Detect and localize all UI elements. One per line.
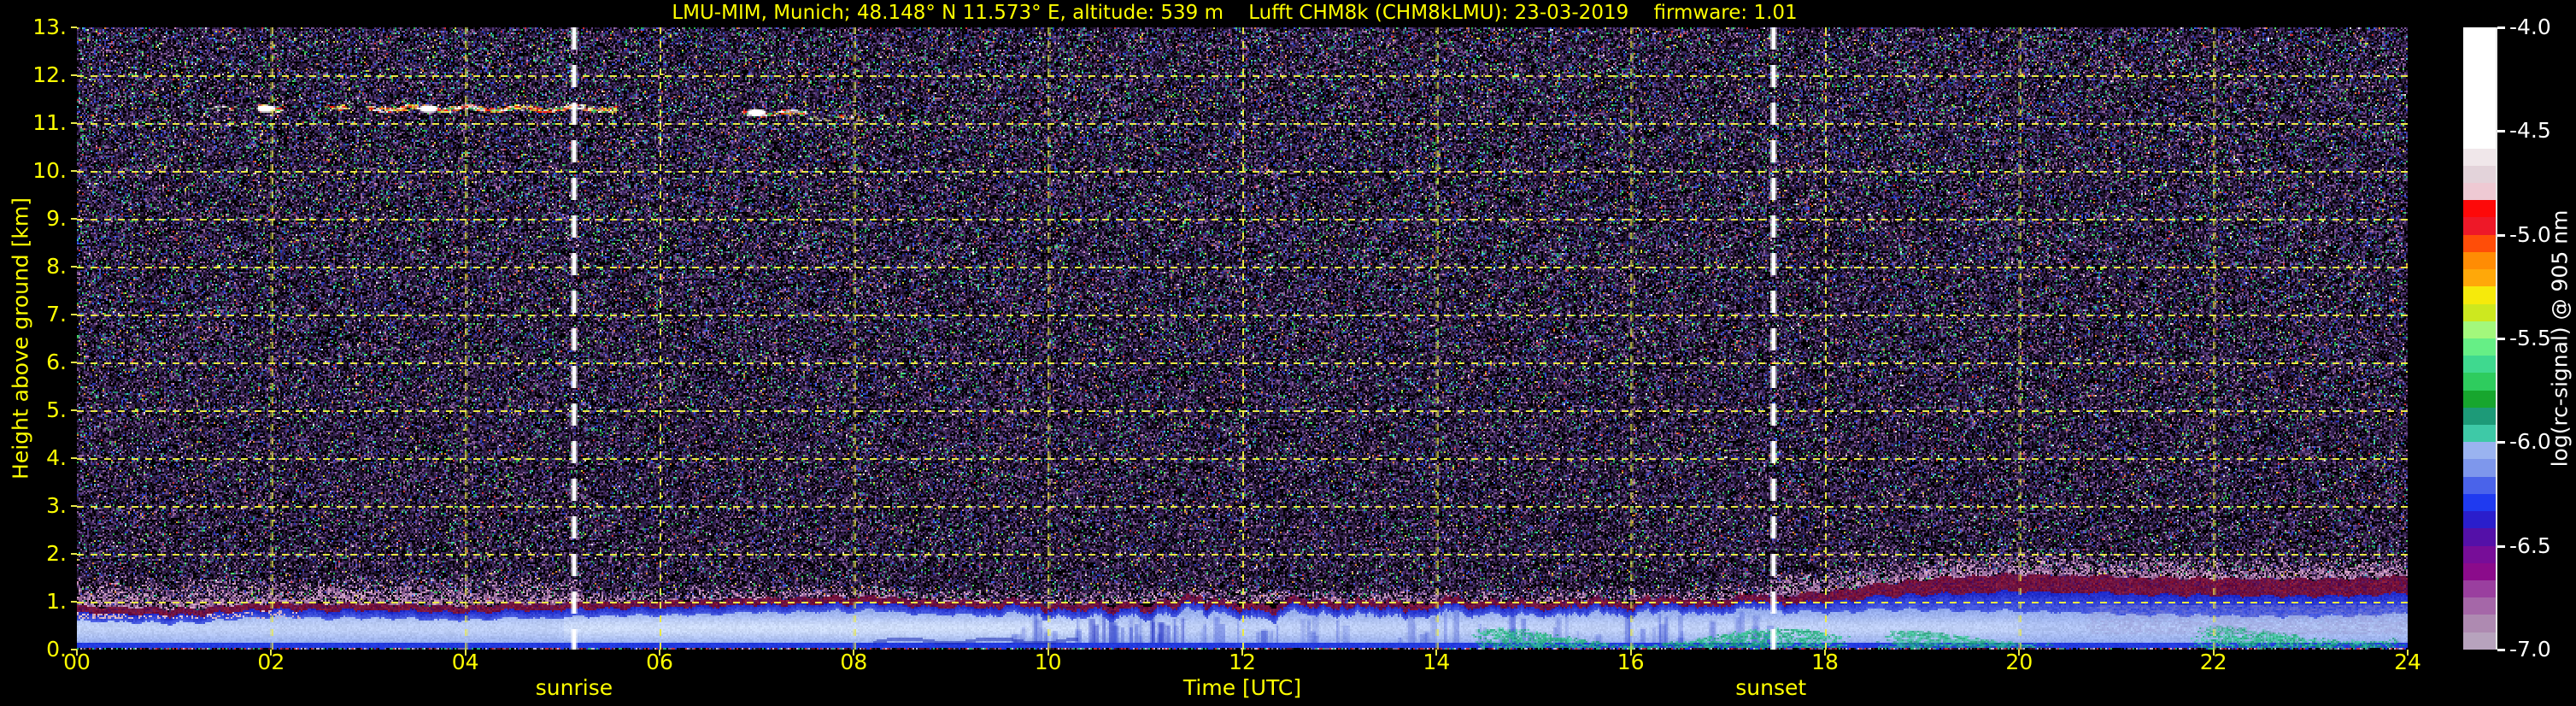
colorbar-tick-mark bbox=[2497, 441, 2505, 444]
y-tick-mark bbox=[71, 362, 77, 363]
colorbar-segment bbox=[2463, 251, 2497, 270]
colorbar-segment bbox=[2463, 182, 2497, 201]
colorbar-segment bbox=[2463, 217, 2497, 235]
x-tick-mark bbox=[270, 650, 273, 656]
x-tick-mark bbox=[853, 650, 855, 656]
colorbar-segment bbox=[2463, 373, 2497, 391]
colorbar-tick-label: -6.5 bbox=[2509, 532, 2551, 558]
colorbar-segment bbox=[2463, 44, 2497, 62]
x-tick-mark bbox=[76, 650, 78, 656]
y-tick-label: 7. bbox=[46, 302, 67, 327]
colorbar-segment bbox=[2463, 27, 2497, 45]
x-tick-mark bbox=[1241, 650, 1243, 656]
colorbar-label: log(rc-signal) @ 905 nm bbox=[2547, 209, 2573, 468]
backscatter-heatmap bbox=[77, 27, 2408, 650]
sunrise-label: sunrise bbox=[535, 675, 613, 700]
colorbar-segment bbox=[2463, 96, 2497, 115]
y-tick-mark bbox=[71, 601, 77, 603]
colorbar-segment bbox=[2463, 165, 2497, 183]
colorbar-segment bbox=[2463, 545, 2497, 563]
x-tick-mark bbox=[659, 650, 660, 656]
y-tick-mark bbox=[71, 218, 77, 220]
y-tick-label: 9. bbox=[46, 206, 67, 231]
y-tick-mark bbox=[71, 122, 77, 124]
colorbar-segment bbox=[2463, 114, 2497, 132]
y-tick-mark bbox=[71, 457, 77, 459]
x-tick-mark bbox=[1824, 650, 1826, 656]
colorbar-segment bbox=[2463, 511, 2497, 529]
colorbar-segment bbox=[2463, 476, 2497, 494]
x-tick-mark bbox=[464, 650, 466, 656]
y-tick-mark bbox=[71, 170, 77, 172]
colorbar-tick-mark bbox=[2497, 26, 2505, 29]
colorbar-tick-label: -7.0 bbox=[2509, 637, 2551, 662]
y-tick-mark bbox=[71, 505, 77, 507]
y-tick-label: 6. bbox=[46, 350, 67, 374]
colorbar-segment bbox=[2463, 442, 2497, 460]
colorbar-tick-mark bbox=[2497, 233, 2505, 237]
colorbar-tick-label: -5.5 bbox=[2509, 326, 2551, 350]
colorbar-segment bbox=[2463, 200, 2497, 218]
y-tick-label: 2. bbox=[46, 541, 67, 566]
colorbar-tick-mark bbox=[2497, 649, 2505, 651]
colorbar-segment bbox=[2463, 356, 2497, 374]
y-tick-label: 5. bbox=[46, 397, 67, 422]
colorbar-segment bbox=[2463, 528, 2497, 546]
colorbar-segment bbox=[2463, 493, 2497, 512]
y-tick-mark bbox=[71, 409, 77, 411]
colorbar-tick-mark bbox=[2497, 544, 2505, 548]
colorbar-segment bbox=[2463, 615, 2497, 632]
y-tick-label: 13. bbox=[32, 15, 67, 39]
colorbar-segment bbox=[2463, 269, 2497, 287]
colorbar-segment bbox=[2463, 148, 2497, 166]
y-tick-label: 10. bbox=[32, 158, 67, 183]
y-tick-mark bbox=[71, 26, 77, 28]
y-tick-label: 11. bbox=[32, 110, 67, 135]
y-tick-mark bbox=[71, 266, 77, 268]
y-axis-label: Height above ground [km] bbox=[8, 197, 33, 479]
page-title: LMU-MIM, Munich; 48.148° N 11.573° E, al… bbox=[672, 2, 1798, 24]
colorbar-segment bbox=[2463, 79, 2497, 97]
colorbar-segment bbox=[2463, 321, 2497, 338]
y-tick-mark bbox=[71, 314, 77, 315]
colorbar-segment bbox=[2463, 390, 2497, 408]
x-tick-mark bbox=[1629, 650, 1632, 656]
x-axis-label: Time [UTC] bbox=[1182, 675, 1302, 700]
x-tick-mark bbox=[1435, 650, 1438, 656]
colorbar-tick-mark bbox=[2497, 130, 2505, 133]
y-tick-label: 8. bbox=[46, 254, 67, 279]
colorbar-segment bbox=[2463, 303, 2497, 321]
colorbar-segment bbox=[2463, 580, 2497, 598]
colorbar-segment bbox=[2463, 459, 2497, 477]
y-tick-label: 12. bbox=[32, 62, 67, 87]
colorbar-tick-mark bbox=[2497, 338, 2505, 340]
colorbar-tick-label: -4.5 bbox=[2509, 118, 2551, 144]
colorbar-segment bbox=[2463, 234, 2497, 252]
y-tick-label: 3. bbox=[46, 493, 67, 518]
ceilometer-quicklook: LMU-MIM, Munich; 48.148° N 11.573° E, al… bbox=[0, 0, 2576, 706]
x-tick-mark bbox=[2407, 650, 2409, 656]
sunset-label: sunset bbox=[1735, 675, 1807, 700]
colorbar-segment bbox=[2463, 407, 2497, 426]
x-tick-mark bbox=[1047, 650, 1049, 656]
x-tick-mark bbox=[2212, 650, 2215, 656]
colorbar-tick-label: -6.0 bbox=[2509, 429, 2551, 455]
colorbar-segment bbox=[2463, 632, 2497, 650]
colorbar-segment bbox=[2463, 131, 2497, 149]
colorbar-segment bbox=[2463, 338, 2497, 356]
x-tick-mark bbox=[2018, 650, 2021, 656]
colorbar bbox=[2463, 27, 2497, 650]
y-tick-label: 4. bbox=[46, 445, 67, 470]
colorbar-tick-label: -4.0 bbox=[2509, 15, 2551, 39]
colorbar-segment bbox=[2463, 425, 2497, 443]
colorbar-segment bbox=[2463, 286, 2497, 304]
colorbar-segment bbox=[2463, 597, 2497, 615]
y-tick-mark bbox=[71, 74, 77, 76]
colorbar-tick-label: -5.0 bbox=[2509, 221, 2551, 247]
colorbar-segment bbox=[2463, 562, 2497, 580]
y-tick-label: 1. bbox=[46, 589, 67, 614]
colorbar-segment bbox=[2463, 62, 2497, 79]
y-tick-mark bbox=[71, 553, 77, 555]
